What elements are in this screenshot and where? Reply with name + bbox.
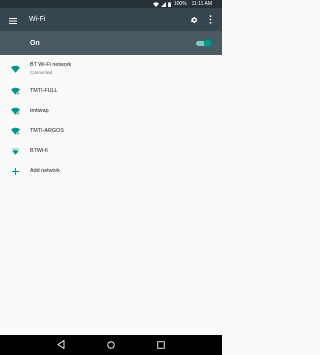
wifi-master-switch-bar[interactable]: On bbox=[0, 31, 222, 55]
menu-button[interactable] bbox=[0, 8, 26, 31]
network-item-tmti-full[interactable]: TMTI-FULL bbox=[0, 81, 222, 101]
add-network-item[interactable]: Add network bbox=[0, 161, 222, 181]
signal-icon bbox=[160, 1, 166, 7]
wifi-toggle-switch[interactable] bbox=[196, 39, 212, 47]
recents-icon bbox=[157, 336, 165, 354]
home-button[interactable] bbox=[105, 339, 117, 351]
more-vert-icon bbox=[209, 11, 212, 29]
wifi-open-icon bbox=[10, 60, 20, 78]
wifi-status-icon bbox=[152, 1, 159, 7]
home-icon bbox=[107, 336, 115, 354]
network-name: BTWi-fi bbox=[30, 148, 48, 154]
network-name: tmtiwap bbox=[30, 108, 49, 114]
settings-button[interactable] bbox=[186, 8, 202, 31]
network-list: BT Wi-Fi network Connected TMTI-FULL tmt… bbox=[0, 55, 222, 181]
gear-icon bbox=[190, 11, 198, 29]
network-name: TMTI-ARGOS bbox=[30, 128, 64, 134]
wifi-locked-icon bbox=[10, 122, 20, 140]
network-status: Connected bbox=[30, 69, 53, 75]
add-network-label: Add network bbox=[30, 168, 60, 174]
battery-icon bbox=[167, 1, 171, 7]
network-name: TMTI-FULL bbox=[30, 88, 58, 94]
battery-percent: 100% bbox=[173, 1, 187, 7]
wifi-locked-icon bbox=[10, 102, 20, 120]
back-button[interactable] bbox=[55, 339, 67, 351]
network-item-bt-wifi-network[interactable]: BT Wi-Fi network Connected bbox=[0, 56, 222, 81]
more-options-button[interactable] bbox=[202, 8, 218, 31]
navigation-bar bbox=[0, 335, 222, 355]
page-title: Wi-Fi bbox=[29, 16, 46, 23]
menu-icon bbox=[9, 11, 17, 29]
wifi-locked-icon bbox=[10, 82, 20, 100]
recents-button[interactable] bbox=[155, 339, 167, 351]
back-icon bbox=[57, 336, 65, 354]
network-item-btwi-fi[interactable]: BTWi-fi bbox=[0, 141, 222, 161]
clock: 11:11 AM bbox=[191, 1, 212, 7]
wifi-weak-icon bbox=[10, 142, 20, 160]
app-bar: Wi-Fi bbox=[0, 8, 222, 31]
network-item-tmtiwap[interactable]: tmtiwap bbox=[0, 101, 222, 121]
plus-icon bbox=[11, 162, 19, 180]
switch-label: On bbox=[30, 39, 40, 47]
network-item-tmti-argos[interactable]: TMTI-ARGOS bbox=[0, 121, 222, 141]
status-bar: 100% 11:11 AM bbox=[0, 0, 222, 8]
switch-thumb bbox=[204, 39, 212, 47]
network-name: BT Wi-Fi network bbox=[30, 62, 72, 69]
